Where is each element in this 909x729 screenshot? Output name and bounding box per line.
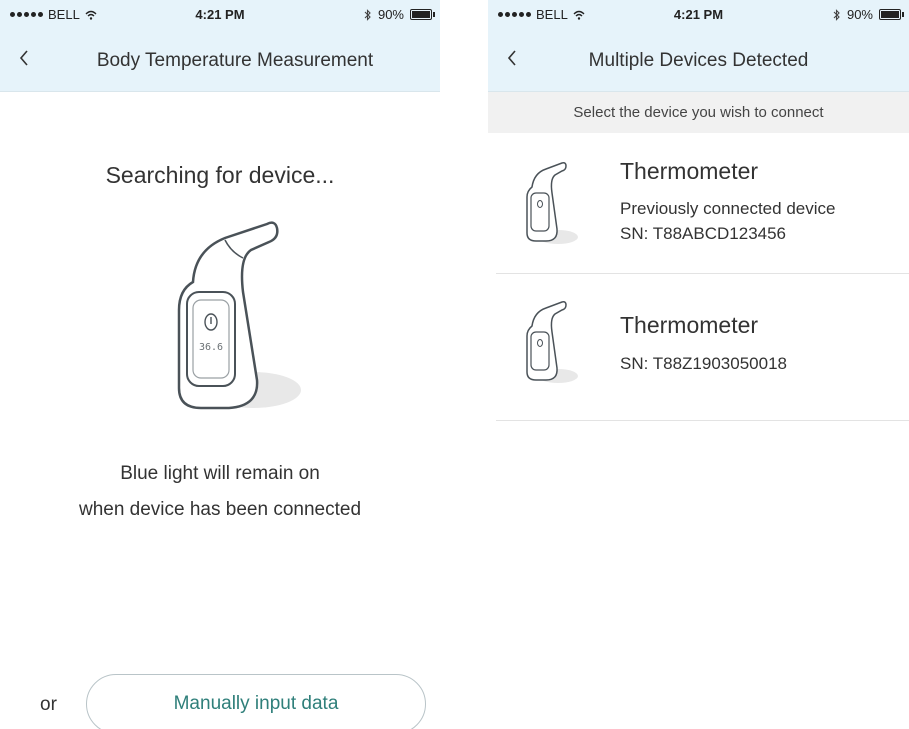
nav-bar: Body Temperature Measurement: [0, 30, 440, 92]
bluetooth-icon: [364, 8, 371, 21]
battery-icon: [410, 9, 435, 20]
manual-input-button[interactable]: Manually input data: [86, 674, 426, 729]
or-label: or: [40, 694, 57, 715]
select-device-subheader: Select the device you wish to connect: [488, 92, 909, 133]
status-bar: BELL 4:21 PM 90%: [488, 0, 909, 30]
hint-line-2: when device has been connected: [78, 499, 362, 520]
device-serial: SN: T88Z1903050018: [620, 354, 787, 373]
device-name: Thermometer: [620, 158, 759, 184]
thermometer-device-icon: 36.6: [177, 221, 301, 410]
thermometer-device-icon: [526, 301, 578, 383]
bluetooth-icon: [833, 8, 840, 21]
nav-bar: Multiple Devices Detected: [488, 30, 909, 92]
back-chevron-icon: [19, 50, 28, 66]
device-select-screen: BELL 4:21 PM 90% Multiple Devices Detect…: [488, 0, 909, 729]
device-display-reading: 36.6: [199, 342, 223, 353]
device-list-item[interactable]: Thermometer SN: T88Z1903050018: [496, 274, 909, 421]
status-bar: BELL 4:21 PM 90%: [0, 0, 440, 30]
battery-icon: [879, 9, 904, 20]
battery-percent: 90%: [377, 7, 404, 22]
connection-hint: Blue light will remain on when device ha…: [0, 456, 440, 528]
page-title: Body Temperature Measurement: [96, 50, 374, 71]
device-name: Thermometer: [620, 312, 759, 338]
searching-screen: BELL 4:21 PM 90% Body Temperature Measur…: [0, 0, 440, 729]
page-title: Multiple Devices Detected: [588, 50, 809, 71]
thermometer-device-icon: [526, 162, 578, 244]
device-serial: SN: T88ABCD123456: [620, 224, 787, 243]
searching-status: Searching for device...: [105, 162, 335, 188]
hint-line-1: Blue light will remain on: [120, 463, 320, 484]
battery-percent: 90%: [846, 7, 873, 22]
device-note: Previously connected device: [620, 199, 836, 218]
device-list-item[interactable]: Thermometer Previously connected device …: [496, 133, 909, 274]
